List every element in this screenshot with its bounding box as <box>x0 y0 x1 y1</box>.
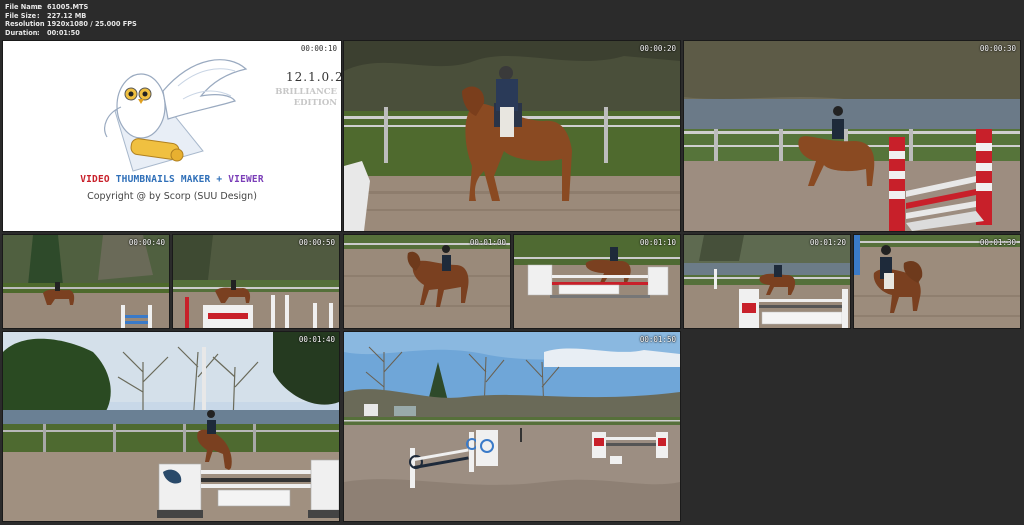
arena-scene-image <box>344 41 680 231</box>
thumbnail-timestamp: 00:01:00 <box>469 238 506 247</box>
thumbnail-timestamp: 00:00:10 <box>300 44 337 53</box>
copyright-text: Copyright @ by Scorp (SUU Design) <box>87 191 257 202</box>
file-name-row: File Name:61005.MTS <box>5 3 137 12</box>
thumbnail-timestamp: 00:00:50 <box>298 238 335 247</box>
video-thumbnail[interactable]: 00:00:50 <box>172 234 340 329</box>
duration-key: Duration <box>5 28 38 37</box>
file-name-value: 61005.MTS <box>47 3 89 11</box>
separator: : <box>37 28 40 37</box>
thumbnail-timestamp: 00:01:10 <box>639 238 676 247</box>
thumbnail-timestamp: 00:00:40 <box>128 238 165 247</box>
arena-scene-image <box>3 332 339 521</box>
separator: : <box>37 20 40 29</box>
arena-scene-image <box>344 235 510 328</box>
separator: : <box>37 3 40 11</box>
resolution-key: Resolution <box>5 20 45 29</box>
video-thumbnail[interactable]: 00:01:40 <box>2 331 340 522</box>
video-thumbnail[interactable]: 00:00:40 <box>2 234 170 329</box>
file-size-key: File Size <box>5 11 37 20</box>
app-title-plus: + <box>216 174 223 185</box>
video-thumbnail[interactable]: 00:00:20 <box>343 40 681 232</box>
resolution-value: 1920x1080 / 25.000 FPS <box>47 20 137 29</box>
logo-thumbnail[interactable]: 00:00:10 12.1.0.2 BRILLIANCE EDITION VIDE… <box>2 40 342 232</box>
thumbnail-timestamp: 00:01:30 <box>979 238 1016 247</box>
version-label: 12.1.0.2 <box>286 70 341 84</box>
duration-value: 00:01:50 <box>47 28 80 37</box>
app-title-part: VIDEO <box>80 174 110 185</box>
video-thumbnail[interactable]: 00:01:10 <box>513 234 681 329</box>
separator: : <box>37 11 40 20</box>
file-info-panel: File Name:61005.MTS File Size:227.12 MB … <box>5 3 137 37</box>
video-thumbnail[interactable]: 00:01:20 <box>683 234 851 329</box>
resolution-row: Resolution:1920x1080 / 25.000 FPS <box>5 20 137 29</box>
app-title: VIDEO THUMBNAILS MAKER + VIEWER <box>3 174 341 185</box>
arena-scene-image <box>684 235 850 328</box>
arena-scene-image <box>514 235 680 328</box>
video-thumbnail[interactable]: 00:01:30 <box>853 234 1021 329</box>
app-title-part: VIEWER <box>228 174 264 185</box>
video-thumbnail[interactable]: 00:01:00 <box>343 234 511 329</box>
duration-row: Duration:00:01:50 <box>5 29 137 38</box>
thumbnail-timestamp: 00:01:40 <box>298 335 335 344</box>
thumbnail-timestamp: 00:01:50 <box>639 335 676 344</box>
arena-scene-image <box>344 332 680 521</box>
video-thumbnail[interactable]: 00:01:50 <box>343 331 681 522</box>
thumbnail-timestamp: 00:00:20 <box>639 44 676 53</box>
edition-label: BRILLIANCE EDITION <box>265 87 337 109</box>
edition-line: EDITION <box>293 98 337 108</box>
thumbnail-timestamp: 00:01:20 <box>809 238 846 247</box>
edition-line: BRILLIANCE <box>275 87 337 97</box>
arena-scene-image <box>684 41 1020 231</box>
arena-scene-image <box>854 235 1020 328</box>
file-size-value: 227.12 MB <box>47 11 87 20</box>
file-size-row: File Size:227.12 MB <box>5 12 137 21</box>
app-title-part: THUMBNAILS MAKER <box>115 174 211 185</box>
arena-scene-image <box>3 235 169 328</box>
file-name-key: File Name <box>5 3 43 11</box>
thumbnail-timestamp: 00:00:30 <box>979 44 1016 53</box>
arena-scene-image <box>173 235 339 328</box>
video-thumbnail[interactable]: 00:00:30 <box>683 40 1021 232</box>
